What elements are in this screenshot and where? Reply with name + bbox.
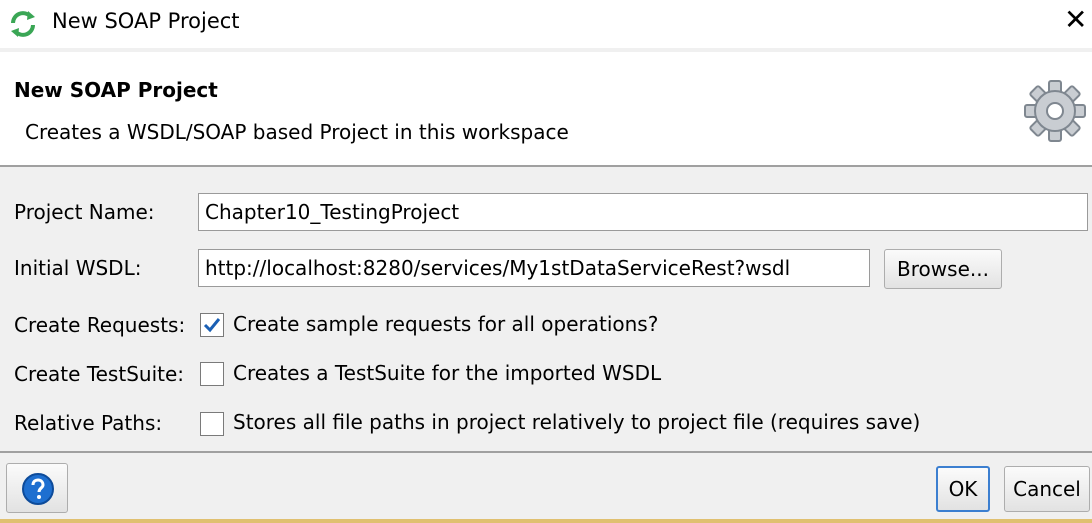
initial-wsdl-label: Initial WSDL: (14, 256, 142, 280)
gear-icon (1024, 80, 1086, 142)
browse-button[interactable]: Browse... (884, 249, 1002, 289)
footer-divider (0, 451, 1092, 453)
create-testsuite-label: Create TestSuite: (14, 362, 185, 386)
initial-wsdl-input[interactable] (198, 249, 870, 287)
project-name-input[interactable] (198, 193, 1088, 231)
create-testsuite-checkbox[interactable] (200, 362, 224, 386)
window-title: New SOAP Project (52, 9, 240, 33)
cancel-button[interactable]: Cancel (1004, 466, 1090, 512)
create-requests-text: Create sample requests for all operation… (233, 312, 659, 336)
window-bottom-edge (0, 519, 1092, 523)
soapui-logo-icon (11, 11, 35, 37)
header-title: New SOAP Project (14, 78, 218, 102)
create-testsuite-text: Creates a TestSuite for the imported WSD… (233, 361, 662, 385)
relative-paths-label: Relative Paths: (14, 411, 163, 435)
checkmark-icon (203, 318, 221, 333)
create-requests-label: Create Requests: (14, 313, 186, 337)
help-icon (22, 473, 54, 505)
relative-paths-checkbox[interactable] (200, 412, 224, 436)
title-bar: New SOAP Project ✕ (0, 0, 1092, 48)
project-name-label: Project Name: (14, 200, 155, 224)
dialog-header: New SOAP Project Creates a WSDL/SOAP bas… (0, 52, 1092, 167)
header-description: Creates a WSDL/SOAP based Project in thi… (25, 120, 569, 144)
ok-button[interactable]: OK (936, 466, 990, 512)
close-icon[interactable]: ✕ (1064, 5, 1087, 35)
relative-paths-text: Stores all file paths in project relativ… (233, 410, 921, 434)
create-requests-checkbox[interactable] (200, 313, 224, 337)
help-button[interactable] (6, 463, 68, 513)
